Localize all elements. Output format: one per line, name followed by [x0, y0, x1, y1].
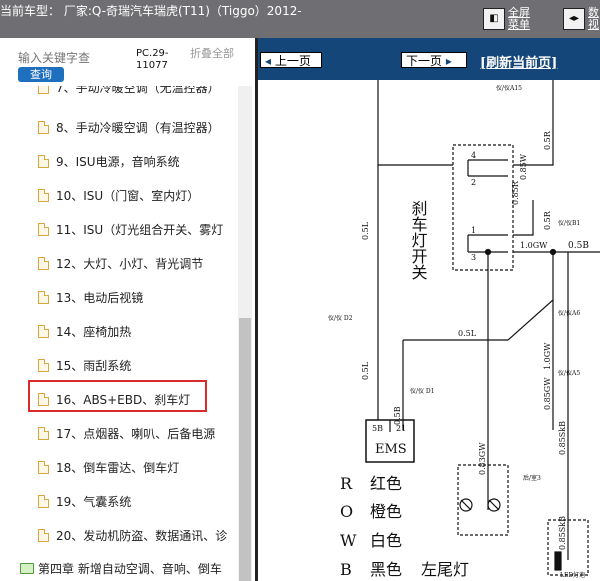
wire-label: 0.85R	[511, 180, 520, 205]
wire-label: 0.85GW	[543, 377, 552, 410]
brake-switch-label: 刹车灯开关	[409, 200, 428, 280]
sync-icon: ◂▸	[563, 8, 585, 30]
wire-label: 0.5L	[361, 221, 370, 240]
document-icon	[38, 324, 49, 338]
ems-pin: 21	[396, 424, 406, 433]
arrow-right-icon: ▸	[445, 54, 452, 68]
wire-label: 0.85SkB	[558, 421, 567, 455]
document-icon	[38, 426, 49, 440]
tree-item[interactable]: 9、ISU电源，音响系统	[38, 150, 180, 172]
tree-item[interactable]: 13、电动后视镜	[38, 286, 143, 308]
current-model-title: 当前车型： 厂家:Q-奇瑞汽车瑞虎(T11)（Tiggo）2012-	[0, 4, 302, 18]
document-icon	[38, 494, 49, 508]
document-icon	[38, 120, 49, 134]
fullscreen-menu-button[interactable]: ◧ 全屏 菜单	[483, 5, 530, 33]
document-tree: 7、手动冷暖空调（无温控器） 8、手动冷暖空调（有温控器） 9、ISU电源，音响…	[0, 86, 238, 581]
brake-switch-box	[452, 144, 514, 271]
wire-label: 0.5B	[393, 406, 402, 425]
legend-name: 白色	[370, 531, 402, 550]
wire-label: 0.83GW	[478, 442, 487, 475]
sync-view-button[interactable]: ◂▸ 数 视	[563, 5, 599, 33]
pin-4: 4	[471, 151, 476, 160]
tree-item[interactable]: 17、点烟器、喇叭、后备电源	[38, 422, 215, 444]
prev-page-button[interactable]: ◂ 上一页	[260, 52, 322, 68]
prev-page-label: 上一页	[274, 54, 311, 68]
folder-icon	[20, 562, 34, 574]
next-page-label: 下一页	[406, 54, 443, 68]
wire-label: 0.5B	[568, 241, 589, 251]
connector-tag: 仪/仪A6	[558, 310, 580, 317]
bulb-label: LED灯泡	[560, 571, 585, 579]
tree-item[interactable]: 14、座椅加热	[38, 320, 131, 342]
tree-item[interactable]: 10、ISU（门窗、室内灯）	[38, 184, 199, 206]
document-icon	[38, 222, 49, 236]
pc-label: PC.29-11077	[136, 48, 169, 71]
wire-label: 1.0GW	[520, 241, 548, 250]
ems-label: EMS	[375, 442, 407, 457]
fullscreen-icon: ◧	[483, 8, 505, 30]
tree-item[interactable]: 12、大灯、小灯、背光调节	[38, 252, 203, 274]
page-nav-bar: ◂ 上一页 下一页 ▸ [刷新当前页]	[258, 38, 600, 80]
tree-item[interactable]: 18、倒车雷达、倒车灯	[38, 456, 179, 478]
ems-pin: 5B	[372, 424, 383, 433]
wire-label: 0.5L	[361, 361, 370, 380]
wire-label: 0.5L	[458, 329, 477, 338]
wire-label: 1.0GW	[543, 342, 552, 370]
fullscreen-menu-label: 全屏 菜单	[508, 6, 530, 31]
document-icon	[38, 358, 49, 372]
legend-code: B	[340, 560, 352, 579]
document-icon	[38, 460, 49, 474]
pin-1: 1	[471, 226, 476, 235]
connector-tag: 仪/仪A5	[558, 370, 580, 377]
search-input[interactable]	[18, 50, 128, 66]
wiring-diagram: 刹车灯开关 4 2 1 3 0.5L 0.5L 0.5R 0.85R 0.85W…	[328, 80, 600, 579]
document-icon	[38, 188, 49, 202]
tree-item[interactable]: 19、气囊系统	[38, 490, 131, 512]
tree-item[interactable]: 15、雨刮系统	[38, 354, 131, 376]
tree-item[interactable]: 8、手动冷暖空调（有温控器）	[38, 116, 220, 138]
tree-item[interactable]: 7、手动冷暖空调（无温控器）	[38, 86, 220, 98]
wire-label: 0.5R	[543, 130, 552, 150]
legend-code: O	[340, 502, 353, 521]
color-legend: R 红色 O 橙色 W 白色 B 黑色 左尾灯	[340, 474, 469, 579]
next-page-button[interactable]: 下一页 ▸	[401, 52, 467, 68]
document-icon	[38, 528, 49, 542]
legend-name: 红色	[370, 474, 402, 493]
legend-code: R	[340, 474, 353, 493]
legend-name: 黑色	[370, 560, 402, 579]
document-icon	[38, 86, 49, 94]
pin-2: 2	[471, 178, 476, 187]
legend-name: 橙色	[370, 502, 402, 521]
document-icon	[38, 256, 49, 270]
wire-label: 0.85SkB	[558, 516, 567, 550]
tree-item[interactable]: 11、ISU（灯光组合开关、雾灯	[38, 218, 223, 240]
viewer-panel: ◂ 上一页 下一页 ▸ [刷新当前页] 刹车灯开关 4 2 1 3 0.5L 0…	[255, 38, 600, 581]
connector-tag: 仪/仪A15	[496, 85, 522, 92]
sync-view-label: 数 视	[588, 6, 599, 31]
tree-chapter[interactable]: 第四章 新增自动空调、音响、倒车	[20, 557, 222, 579]
selection-highlight	[28, 380, 207, 412]
tail-lamp-label: 左尾灯	[421, 560, 469, 579]
tree-item[interactable]: 20、发动机防盗、数据通讯、诊	[38, 524, 227, 546]
arrow-left-icon: ◂	[265, 54, 272, 68]
connector-tag: 后/室3	[523, 474, 541, 482]
document-icon	[38, 154, 49, 168]
tree-scrollbar-thumb[interactable]	[239, 318, 251, 581]
refresh-page-link[interactable]: [刷新当前页]	[480, 52, 557, 71]
legend-code: W	[340, 531, 357, 550]
wire-label: 0.5R	[543, 210, 552, 230]
connector-tag: 仪/仪 D2	[328, 315, 353, 322]
search-button[interactable]: 查询	[18, 67, 64, 82]
search-area: 查询 PC.29-11077 折叠全部	[0, 38, 255, 86]
connector-tag: 仪/仪 D1	[410, 388, 435, 395]
connector-tag: 仪/仪B1	[558, 220, 580, 227]
document-icon	[38, 290, 49, 304]
wire-label: 0.85W	[519, 153, 528, 180]
left-panel: 查询 PC.29-11077 折叠全部 7、手动冷暖空调（无温控器） 8、手动冷…	[0, 38, 255, 581]
pin-3: 3	[471, 253, 476, 262]
collapse-all-button[interactable]: 折叠全部	[190, 48, 240, 60]
top-bar: 当前车型： 厂家:Q-奇瑞汽车瑞虎(T11)（Tiggo）2012- ◧ 全屏 …	[0, 0, 600, 38]
